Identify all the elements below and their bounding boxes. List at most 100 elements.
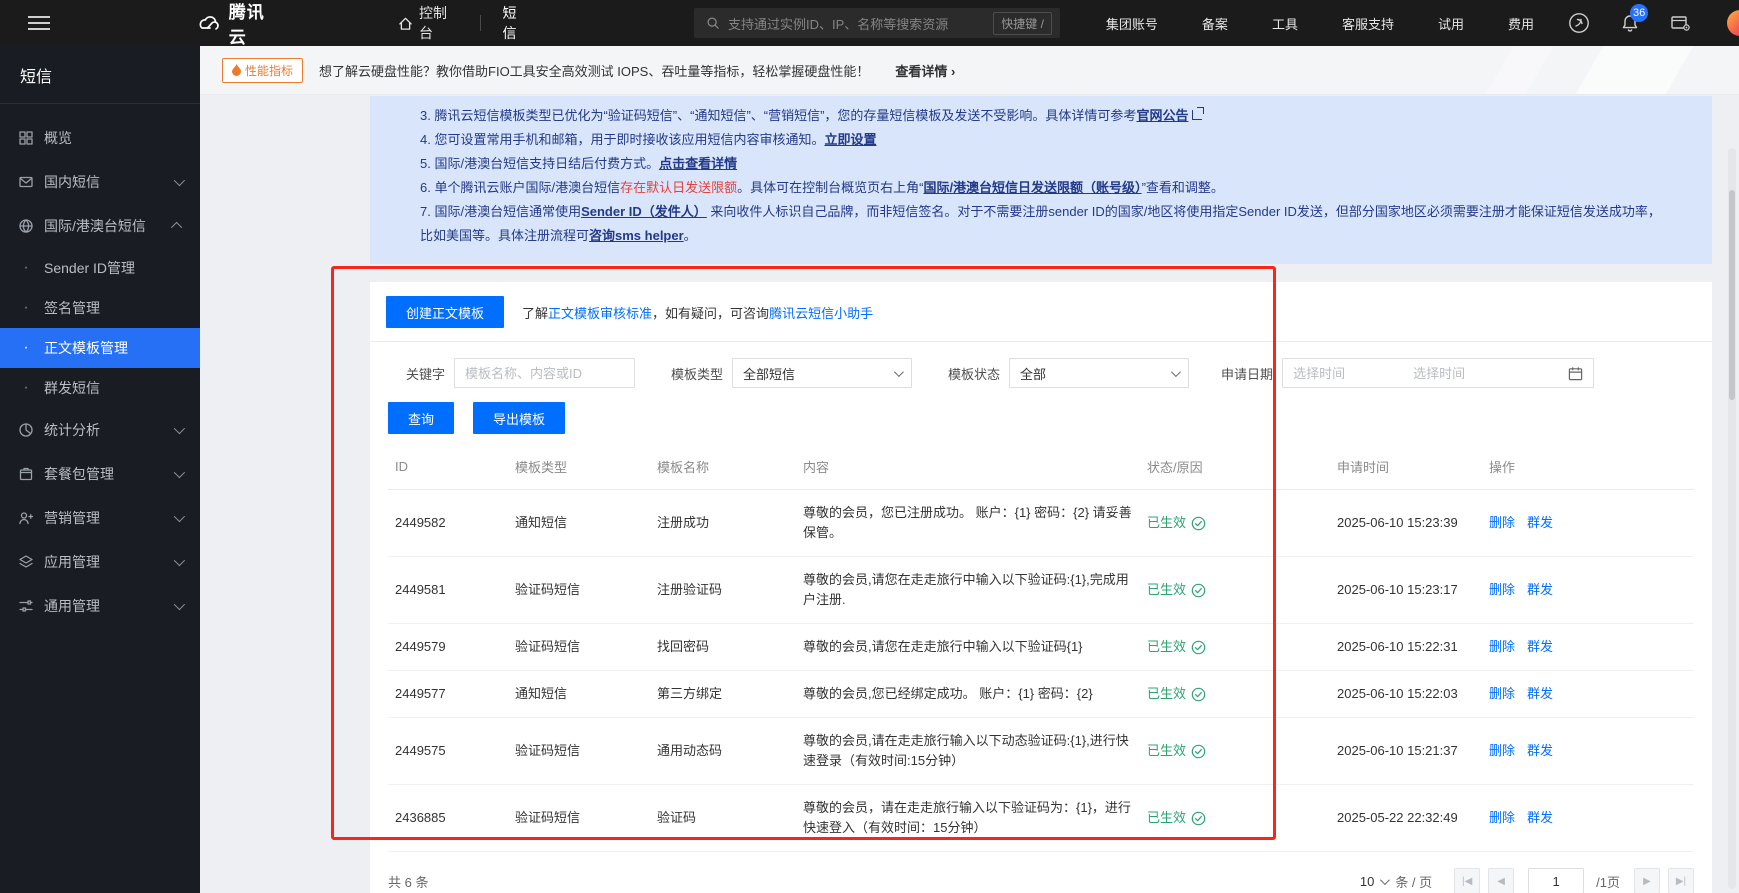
topnav-item[interactable]: 备案 (1202, 14, 1228, 33)
last-page-button[interactable]: ▶| (1668, 868, 1694, 893)
sidebar-item[interactable]: ·Sender ID管理 (0, 248, 200, 288)
table-row: 2449575验证码短信通用动态码尊敬的会员,请在走走旅行输入以下动态验证码:{… (388, 718, 1694, 785)
avatar[interactable] (1727, 10, 1739, 36)
status-cell: 已生效 (1140, 490, 1330, 557)
mass-send-link[interactable]: 群发 (1527, 686, 1553, 701)
query-button[interactable]: 查询 (388, 402, 454, 434)
tip-link[interactable]: 腾讯云短信小助手 (769, 306, 873, 321)
global-search[interactable]: 支持通过实例ID、IP、名称等搜索资源 快捷键 / (694, 8, 1060, 38)
tip-link[interactable]: 正文模板审核标准 (548, 306, 652, 321)
sidebar-item-label: 套餐包管理 (44, 464, 174, 484)
page-number-input[interactable] (1528, 868, 1584, 893)
delete-link[interactable]: 删除 (1489, 639, 1515, 654)
date-range-picker[interactable] (1282, 358, 1594, 388)
status-cell: 已生效 (1140, 785, 1330, 852)
template-type-cell: 通知短信 (508, 671, 650, 718)
sidebar-item[interactable]: ·签名管理 (0, 288, 200, 328)
bullet-dot-icon: · (18, 259, 34, 277)
sidebar-item[interactable]: 应用管理 (0, 540, 200, 584)
console-nav-link[interactable]: 控制台 (398, 3, 458, 43)
delete-link[interactable]: 删除 (1489, 582, 1515, 597)
keyword-input[interactable] (454, 358, 635, 388)
notice-link[interactable]: 立即设置 (824, 132, 876, 147)
create-template-button[interactable]: 创建正文模板 (386, 296, 504, 328)
sidebar-item[interactable]: 通用管理 (0, 584, 200, 628)
export-button[interactable]: 导出模板 (473, 402, 565, 434)
template-type-select[interactable]: 全部短信 (732, 358, 912, 388)
delete-link[interactable]: 删除 (1489, 515, 1515, 530)
promo-detail-link[interactable]: 查看详情 › (895, 61, 955, 80)
sidebar-item[interactable]: 概览 (0, 116, 200, 160)
sidebar-item[interactable]: 营销管理 (0, 496, 200, 540)
notice-link[interactable]: 点击查看详情 (659, 156, 737, 171)
sidebar-menu: 概览国内短信国际/港澳台短信·Sender ID管理·签名管理·正文模板管理·群… (0, 104, 200, 628)
globe-icon (18, 218, 34, 234)
column-header: 状态/原因 (1140, 444, 1330, 490)
first-page-button[interactable]: |◀ (1454, 868, 1480, 893)
delete-link[interactable]: 删除 (1489, 686, 1515, 701)
chevron-down-icon (894, 367, 904, 377)
mass-send-link[interactable]: 群发 (1527, 515, 1553, 530)
topnav-item[interactable]: 客服支持 (1342, 14, 1394, 33)
template-content-cell: 尊敬的会员,请您在走走旅行中输入以下验证码:{1},完成用户注册. (796, 557, 1140, 624)
template-content-cell: 尊敬的会员,请您在走走旅行中输入以下验证码{1} (796, 624, 1140, 671)
mass-send-link[interactable]: 群发 (1527, 639, 1553, 654)
topnav-item[interactable]: 工具 (1272, 14, 1298, 33)
notice-link[interactable]: 咨询sms helper (589, 228, 684, 243)
page-size-select[interactable]: 10 (1360, 874, 1387, 889)
topnav-item[interactable]: 试用 (1438, 14, 1464, 33)
vertical-scrollbar[interactable] (1728, 148, 1736, 889)
page-scroll-area: 3. 腾讯云短信模板类型已优化为“验证码短信”、“通知短信”、“营销短信”，您的… (200, 96, 1739, 893)
menu-toggle-button[interactable] (28, 12, 85, 34)
delete-link[interactable]: 删除 (1489, 743, 1515, 758)
notice-link[interactable]: 国际/港澳台短信日发送限额（账号级） (923, 180, 1141, 195)
text: 5. 国际/港澳台短信支持日结后付费方式。 (420, 156, 659, 171)
sidebar-item-label: 概览 (44, 128, 182, 148)
product-nav-link[interactable]: 短信 (502, 3, 528, 43)
notice-link[interactable]: 官网公告 (1136, 108, 1188, 123)
status-text: 已生效 (1147, 580, 1186, 600)
sidebar-item[interactable]: ·群发短信 (0, 368, 200, 408)
apply-time-cell: 2025-06-10 15:23:17 (1330, 557, 1482, 624)
sidebar-item[interactable]: 统计分析 (0, 408, 200, 452)
status-text: 已生效 (1147, 513, 1186, 533)
status-text: 已生效 (1147, 684, 1186, 704)
sidebar-item[interactable]: 国际/港澳台短信 (0, 204, 200, 248)
type-label: 模板类型 (671, 364, 723, 383)
date-end-input[interactable] (1413, 366, 1533, 381)
delete-link[interactable]: 删除 (1489, 810, 1515, 825)
sidebar-item[interactable]: 国内短信 (0, 160, 200, 204)
console-label: 控制台 (419, 3, 458, 43)
page-size-unit: 条 / 页 (1395, 872, 1432, 891)
prev-page-button[interactable]: ◀ (1488, 868, 1514, 893)
console-manage-icon (1670, 13, 1691, 33)
topnav-item[interactable]: 费用 (1508, 14, 1534, 33)
sidebar-item[interactable]: ·正文模板管理 (0, 328, 200, 368)
apply-time-cell: 2025-06-10 15:23:39 (1330, 490, 1482, 557)
template-status-select[interactable]: 全部 (1009, 358, 1189, 388)
status-cell: 已生效 (1140, 671, 1330, 718)
text: 。 (684, 228, 697, 243)
sidebar-item[interactable]: 套餐包管理 (0, 452, 200, 496)
scrollbar-thumb[interactable] (1729, 190, 1735, 400)
mass-send-link[interactable]: 群发 (1527, 810, 1553, 825)
home-icon (398, 16, 413, 31)
notice-link[interactable]: Sender ID（发件人） (581, 204, 707, 219)
notifications-button[interactable]: 36 (1620, 13, 1640, 34)
status-cell: 已生效 (1140, 557, 1330, 624)
voice-assistant-button[interactable] (1568, 12, 1590, 34)
tencent-cloud-logo[interactable]: 腾讯云 (197, 0, 278, 48)
total-count: 共 6 条 (388, 872, 428, 891)
mass-send-link[interactable]: 群发 (1527, 582, 1553, 597)
bullet-dot-icon: · (18, 339, 34, 357)
date-start-input[interactable] (1293, 366, 1413, 381)
console-manage-button[interactable] (1670, 13, 1691, 33)
mass-send-link[interactable]: 群发 (1527, 743, 1553, 758)
text: 3. 腾讯云短信模板类型已优化为“验证码短信”、“通知短信”、“营销短信”，您的… (420, 108, 1136, 123)
template-name-cell: 验证码 (650, 785, 796, 852)
next-page-button[interactable]: ▶ (1634, 868, 1660, 893)
chevron-down-icon (174, 175, 185, 186)
column-header: 操作 (1482, 444, 1694, 490)
topnav-item[interactable]: 集团账号 (1106, 14, 1158, 33)
settings-icon (18, 598, 34, 614)
